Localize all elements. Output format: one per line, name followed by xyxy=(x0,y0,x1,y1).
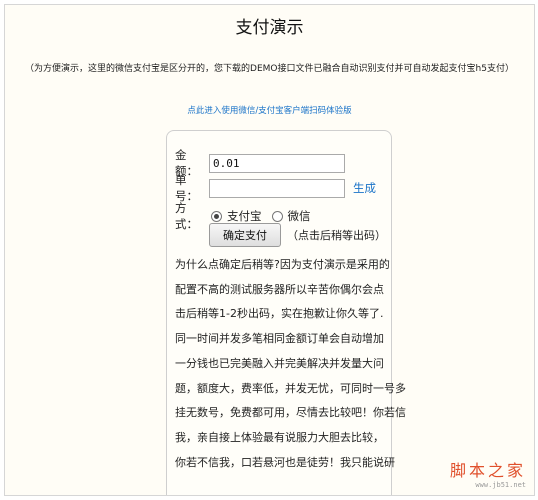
explanation-line: 击后稍等1-2秒出码，实在抱歉让你久等了. xyxy=(175,307,384,321)
method-option-wechat[interactable]: 微信 xyxy=(270,208,311,224)
wechat-label: 微信 xyxy=(287,209,311,223)
alipay-label: 支付宝 xyxy=(227,209,262,223)
explanation-line: 挂无数号，免费都可用，尽情去比较吧！你若信 xyxy=(175,406,406,420)
explanation-line: 为什么点确定后稍等?因为支付演示是采用的 xyxy=(175,258,390,271)
amount-input[interactable] xyxy=(209,153,345,173)
explanation-line: 同一时间并发多笔相同金额订单会自动增加 xyxy=(175,332,384,346)
explanation-text: 为什么点确定后稍等?因为支付演示是采用的 配置不高的测试服务器所以辛苦你偶尔会点… xyxy=(175,253,406,475)
explanation-line: 你若不信我，口若悬河也是徒劳！我只能说研 xyxy=(175,455,395,469)
demo-note: （为方便演示，这里的微信支付宝是区分开的，您下载的DEMO接口文件已融合自动识别… xyxy=(25,64,514,74)
explanation-line: 我，亲自接上体验最有说服力大胆去比较， xyxy=(175,430,384,444)
explanation-line: 一分钱也已完美融入并完美解决并发量大问 xyxy=(175,356,384,370)
confirm-pay-button[interactable]: 确定支付 xyxy=(209,223,281,247)
method-label: 方式： xyxy=(175,201,198,231)
payment-form: 金额： 单号： 生成 方式： 支付宝 微信 确定支付 （点击后稍等出码） 为什么… xyxy=(166,130,406,495)
generate-order-link[interactable]: 生成 xyxy=(353,180,376,196)
wechat-radio[interactable] xyxy=(271,210,283,222)
client-scan-link[interactable]: 点此进入使用微信/支付宝客户端扫码体验版 xyxy=(5,104,534,116)
watermark-logo-text: 脚本之家 xyxy=(449,461,526,480)
alipay-radio[interactable] xyxy=(211,210,222,222)
explanation-line: 配置不高的测试服务器所以辛苦你偶尔会点 xyxy=(175,282,384,296)
submit-hint: （点击后稍等出码） xyxy=(287,229,386,242)
order-number-input[interactable] xyxy=(209,178,345,198)
submit-row: 确定支付 （点击后稍等出码） xyxy=(209,223,386,247)
explanation-line: 题，额度大，费率低，并发无忧，可同时一号多 xyxy=(175,381,406,395)
page-title: 支付演示 xyxy=(235,18,304,38)
method-option-alipay[interactable]: 支付宝 xyxy=(209,208,262,224)
page-frame: 支付演示 （为方便演示，这里的微信支付宝是区分开的，您下载的DEMO接口文件已融… xyxy=(4,4,535,496)
watermark-url: www.jb51.net xyxy=(475,481,526,489)
site-watermark: 脚本之家 www.jb51.net xyxy=(450,457,526,489)
